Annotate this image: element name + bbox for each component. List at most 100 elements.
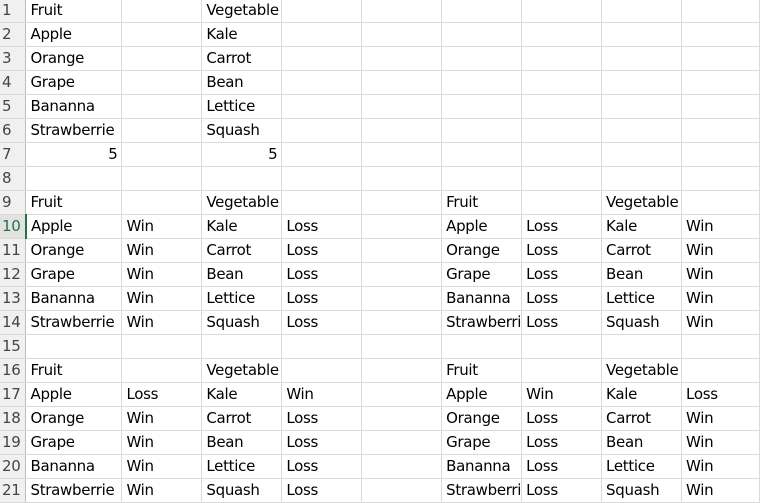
cell-D9[interactable] (281, 190, 363, 215)
cell-F15[interactable] (441, 334, 523, 359)
cell-I13[interactable]: Win (681, 286, 760, 311)
cell-E3[interactable] (361, 46, 443, 71)
cell-A14[interactable]: Strawberrie (25, 310, 123, 335)
cell-A2[interactable]: Apple (25, 22, 123, 47)
row-header-20[interactable]: 20 (0, 454, 27, 479)
cell-B18[interactable]: Win (121, 406, 203, 431)
cell-C13[interactable]: Lettice (201, 286, 283, 311)
cell-G19[interactable]: Loss (521, 430, 603, 455)
cell-E1[interactable] (361, 0, 443, 23)
cell-H21[interactable]: Squash (601, 478, 683, 503)
cell-H9[interactable]: Vegetable (601, 190, 683, 215)
cell-B5[interactable] (121, 94, 203, 119)
cell-H19[interactable]: Bean (601, 430, 683, 455)
cell-H16[interactable]: Vegetable (601, 358, 683, 383)
row-header-2[interactable]: 2 (0, 22, 27, 47)
cell-I10[interactable]: Win (681, 214, 760, 239)
cell-D3[interactable] (281, 46, 363, 71)
cell-B7[interactable] (121, 142, 203, 167)
cell-E8[interactable] (361, 166, 443, 191)
cell-F9[interactable]: Fruit (441, 190, 523, 215)
row-header-3[interactable]: 3 (0, 46, 27, 71)
cell-E13[interactable] (361, 286, 443, 311)
row-header-18[interactable]: 18 (0, 406, 27, 431)
cell-I7[interactable] (681, 142, 760, 167)
cell-I8[interactable] (681, 166, 760, 191)
cell-E17[interactable] (361, 382, 443, 407)
cell-B9[interactable] (121, 190, 203, 215)
cell-I19[interactable]: Win (681, 430, 760, 455)
cell-E6[interactable] (361, 118, 443, 143)
cell-H4[interactable] (601, 70, 683, 95)
cell-I21[interactable]: Win (681, 478, 760, 503)
row-header-8[interactable]: 8 (0, 166, 27, 191)
cell-F19[interactable]: Grape (441, 430, 523, 455)
cell-B6[interactable] (121, 118, 203, 143)
cell-H3[interactable] (601, 46, 683, 71)
cell-F8[interactable] (441, 166, 523, 191)
cell-H12[interactable]: Bean (601, 262, 683, 287)
cell-G4[interactable] (521, 70, 603, 95)
cell-F10[interactable]: Apple (441, 214, 523, 239)
cell-I5[interactable] (681, 94, 760, 119)
cell-B13[interactable]: Win (121, 286, 203, 311)
cell-D2[interactable] (281, 22, 363, 47)
cell-F13[interactable]: Bananna (441, 286, 523, 311)
cell-G9[interactable] (521, 190, 603, 215)
cell-H11[interactable]: Carrot (601, 238, 683, 263)
cell-D16[interactable] (281, 358, 363, 383)
cell-D10[interactable]: Loss (281, 214, 363, 239)
row-header-14[interactable]: 14 (0, 310, 27, 335)
cell-F16[interactable]: Fruit (441, 358, 523, 383)
cell-D7[interactable] (281, 142, 363, 167)
cell-A1[interactable]: Fruit (25, 0, 123, 23)
row-header-1[interactable]: 1 (0, 0, 27, 23)
cell-G18[interactable]: Loss (521, 406, 603, 431)
row-header-4[interactable]: 4 (0, 70, 27, 95)
cell-E2[interactable] (361, 22, 443, 47)
cell-B21[interactable]: Win (121, 478, 203, 503)
cell-I12[interactable]: Win (681, 262, 760, 287)
cell-E20[interactable] (361, 454, 443, 479)
cell-G2[interactable] (521, 22, 603, 47)
cell-G12[interactable]: Loss (521, 262, 603, 287)
cell-B14[interactable]: Win (121, 310, 203, 335)
cell-F11[interactable]: Orange (441, 238, 523, 263)
cell-G8[interactable] (521, 166, 603, 191)
cell-I11[interactable]: Win (681, 238, 760, 263)
cell-C3[interactable]: Carrot (201, 46, 283, 71)
cell-C21[interactable]: Squash (201, 478, 283, 503)
cell-A10[interactable]: Apple (25, 214, 123, 239)
row-header-17[interactable]: 17 (0, 382, 27, 407)
cell-C2[interactable]: Kale (201, 22, 283, 47)
cell-F3[interactable] (441, 46, 523, 71)
cell-H20[interactable]: Lettice (601, 454, 683, 479)
cell-C19[interactable]: Bean (201, 430, 283, 455)
cell-I9[interactable] (681, 190, 760, 215)
cell-H14[interactable]: Squash (601, 310, 683, 335)
cell-I18[interactable]: Win (681, 406, 760, 431)
cell-A20[interactable]: Bananna (25, 454, 123, 479)
cell-B3[interactable] (121, 46, 203, 71)
cell-C8[interactable] (201, 166, 283, 191)
cell-D15[interactable] (281, 334, 363, 359)
cell-E11[interactable] (361, 238, 443, 263)
cell-E9[interactable] (361, 190, 443, 215)
cell-A21[interactable]: Strawberrie (25, 478, 123, 503)
cell-B8[interactable] (121, 166, 203, 191)
cell-G15[interactable] (521, 334, 603, 359)
cell-H17[interactable]: Kale (601, 382, 683, 407)
cell-C5[interactable]: Lettice (201, 94, 283, 119)
cell-B2[interactable] (121, 22, 203, 47)
row-header-16[interactable]: 16 (0, 358, 27, 383)
cell-H10[interactable]: Kale (601, 214, 683, 239)
cell-A4[interactable]: Grape (25, 70, 123, 95)
cell-F4[interactable] (441, 70, 523, 95)
cell-E18[interactable] (361, 406, 443, 431)
cell-I1[interactable] (681, 0, 760, 23)
cell-D14[interactable]: Loss (281, 310, 363, 335)
cell-E7[interactable] (361, 142, 443, 167)
cell-H8[interactable] (601, 166, 683, 191)
cell-G11[interactable]: Loss (521, 238, 603, 263)
cell-E15[interactable] (361, 334, 443, 359)
